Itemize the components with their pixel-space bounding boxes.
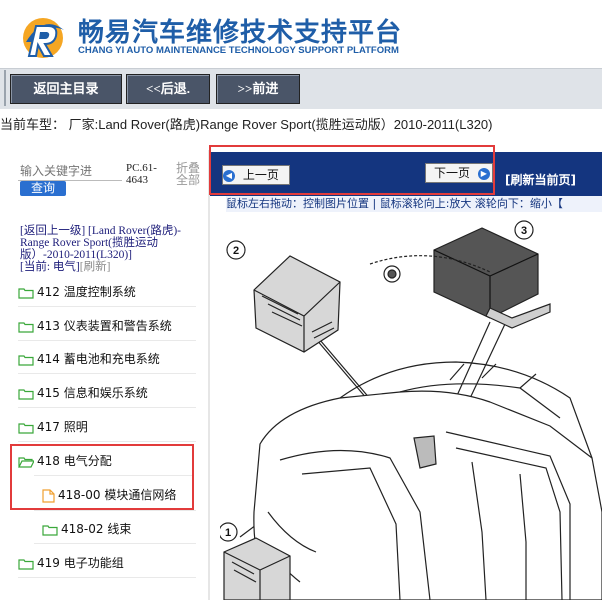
brand-title-en: CHANG YI AUTO MAINTENANCE TECHNOLOGY SUP… bbox=[78, 45, 399, 56]
home-button[interactable]: 返回主目录 bbox=[10, 74, 122, 104]
tree-item-label: 419 电子功能组 bbox=[37, 556, 124, 570]
tree-item-label: 418-00 模块通信网络 bbox=[58, 488, 177, 502]
search-button[interactable]: 查询 bbox=[20, 181, 66, 196]
tree-item-418[interactable]: 418 电气分配 bbox=[18, 452, 112, 470]
pc-code: PC.61-4643 bbox=[126, 162, 157, 186]
tree-item-413[interactable]: 413 仪表装置和警告系统 bbox=[18, 317, 172, 335]
folder-icon bbox=[42, 524, 58, 536]
tree-item-418-02[interactable]: 418-02 线束 bbox=[42, 520, 131, 538]
tree-separator bbox=[18, 407, 196, 408]
tree-separator bbox=[34, 543, 196, 544]
tree-item-label: 415 信息和娱乐系统 bbox=[37, 386, 148, 400]
callout-2: 2 bbox=[233, 245, 239, 257]
current-vehicle: 当前车型： 厂家:Land Rover(路虎)Range Rover Sport… bbox=[0, 117, 493, 132]
tree-item-414[interactable]: 414 蓄电池和充电系统 bbox=[18, 350, 160, 368]
tree-separator bbox=[18, 306, 196, 307]
tree-item-label: 418 电气分配 bbox=[37, 454, 112, 468]
tree-item-415[interactable]: 415 信息和娱乐系统 bbox=[18, 384, 148, 402]
tree-item-417[interactable]: 417 照明 bbox=[18, 418, 88, 436]
tree-item-label: 414 蓄电池和充电系统 bbox=[37, 352, 160, 366]
breadcrumb-current: [当前: 电气] bbox=[20, 261, 80, 273]
tree-item-label: 412 温度控制系统 bbox=[37, 285, 136, 299]
brand-title-cn: 畅易汽车维修技术支持平台 bbox=[78, 18, 403, 48]
back-button[interactable]: <<后退. bbox=[126, 74, 210, 104]
breadcrumb-up-link[interactable]: [返回上一级] bbox=[20, 225, 85, 237]
tree-separator bbox=[18, 340, 196, 341]
folder-icon bbox=[18, 388, 34, 400]
panel-divider bbox=[208, 150, 210, 600]
callout-3: 3 bbox=[521, 225, 527, 237]
tree-item-label: 418-02 线束 bbox=[61, 522, 132, 536]
highlight-box-pager bbox=[209, 145, 495, 195]
tree-item-419[interactable]: 419 电子功能组 bbox=[18, 554, 124, 572]
search-input[interactable] bbox=[20, 164, 120, 178]
folder-icon bbox=[18, 287, 34, 299]
tree-separator bbox=[34, 475, 192, 476]
module-location-diagram[interactable]: 2 3 1 bbox=[220, 212, 602, 600]
tree-item-418-00[interactable]: 418-00 模块通信网络 bbox=[42, 486, 176, 504]
folder-icon bbox=[18, 422, 34, 434]
document-icon bbox=[42, 488, 55, 503]
tree-item-label: 417 照明 bbox=[37, 420, 88, 434]
folder-icon bbox=[18, 558, 34, 570]
tree-item-label: 413 仪表装置和警告系统 bbox=[37, 319, 172, 333]
tree-separator bbox=[18, 441, 196, 442]
help-text: 鼠标左右拖动：控制图片位置 | 鼠标滚轮向上:放大 滚轮向下：缩小【 bbox=[226, 196, 602, 212]
tree-separator bbox=[18, 577, 196, 578]
forward-button[interactable]: >>前进 bbox=[216, 74, 300, 104]
changyi-logo-icon bbox=[23, 18, 64, 58]
breadcrumb: [返回上一级] [Land Rover(路虎)-Range Rover Spor… bbox=[20, 225, 200, 273]
collapse-all-link[interactable]: 折叠全部 bbox=[176, 162, 204, 186]
folder-open-icon bbox=[18, 456, 34, 468]
breadcrumb-refresh-link[interactable]: [刷新] bbox=[80, 261, 111, 273]
folder-icon bbox=[18, 321, 34, 333]
refresh-page-button[interactable]: [刷新当前页] bbox=[505, 171, 576, 188]
toolbar-divider bbox=[4, 70, 6, 106]
callout-1: 1 bbox=[225, 527, 231, 539]
tree-separator bbox=[34, 510, 196, 511]
folder-icon bbox=[18, 354, 34, 366]
tree-item-412[interactable]: 412 温度控制系统 bbox=[18, 283, 136, 301]
tree-separator bbox=[18, 373, 196, 374]
